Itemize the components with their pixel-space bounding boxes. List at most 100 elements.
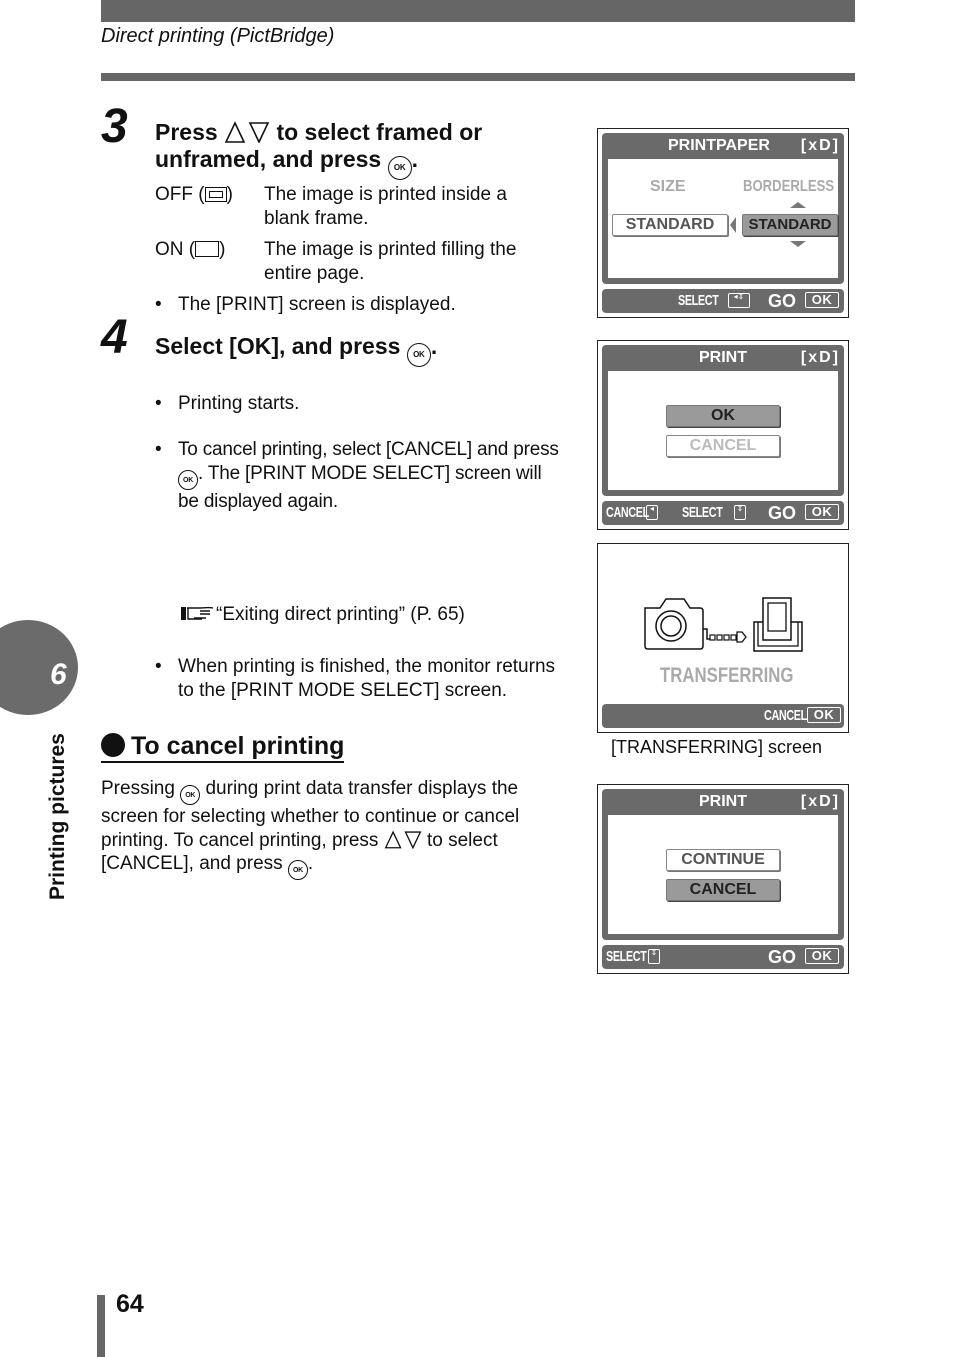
unframed-icon xyxy=(195,241,220,257)
screen-frame: PRINT [xD] OK CANCEL xyxy=(602,345,844,496)
screen-title-bar: PRINT [xD] xyxy=(602,789,844,813)
ok-key-icon: OK xyxy=(807,707,841,723)
borderless-option[interactable]: STANDARD xyxy=(742,214,838,236)
updown-key-icon: ⇕ xyxy=(734,505,746,520)
heading-text: . xyxy=(411,146,419,172)
option-key-text: ON ( xyxy=(155,239,196,260)
footer-go-label: GO xyxy=(768,291,797,311)
continue-option[interactable]: CONTINUE xyxy=(666,849,780,871)
option-key-text: OFF ( xyxy=(155,184,205,205)
header-bar xyxy=(101,0,855,22)
step-4-heading: Select [OK], and press OK. xyxy=(155,333,437,367)
left-arrow-icon xyxy=(730,217,736,233)
screen-content: CONTINUE CANCEL xyxy=(608,815,838,934)
bullet-text: To cancel printing, select [CANCEL] and xyxy=(178,439,509,460)
screen-footer: SELECT ◂⇕ GO OK xyxy=(602,289,844,313)
screen-title: PRINT xyxy=(699,349,747,366)
ok-button-icon: OK xyxy=(387,156,412,180)
transferring-screen: TRANSFERRING CANCEL OK xyxy=(597,543,849,733)
framed-icon xyxy=(204,187,227,202)
option-off-key: OFF () xyxy=(155,183,233,207)
size-label: SIZE xyxy=(650,178,686,195)
option-key-text: ) xyxy=(219,239,226,260)
screen-title-bar: PRINTPAPER [xD] xyxy=(602,133,844,157)
size-option[interactable]: STANDARD xyxy=(612,214,728,236)
heading-text: to select framed or xyxy=(276,119,483,145)
up-arrow-icon xyxy=(790,202,806,208)
ok-button-icon: OK xyxy=(287,860,308,880)
page-number: 64 xyxy=(116,1290,144,1318)
page-number-bar xyxy=(97,1295,105,1357)
title-text: To cancel printing xyxy=(131,732,345,760)
option-off-desc: The image is printed inside a blank fram… xyxy=(264,184,507,229)
cancel-section-body: Pressing OK during print data transfer d… xyxy=(101,777,541,880)
bullet-dot-icon xyxy=(101,733,125,757)
cancel-section-title: To cancel printing xyxy=(101,731,345,763)
up-down-arrows-icon xyxy=(224,121,270,143)
heading-text: . xyxy=(430,333,438,359)
step-3-heading: Press to select framed or unframed, and … xyxy=(155,119,575,180)
footer-cancel-label: CANCEL xyxy=(606,504,649,521)
option-on-key: ON () xyxy=(155,238,225,262)
step-4-bullet: Printing starts. xyxy=(155,392,578,416)
reference-link[interactable]: “Exiting direct printing” (P. 65) xyxy=(180,603,465,627)
screen-frame: PRINTPAPER [xD] SIZE BORDERLESS STANDARD… xyxy=(602,133,844,284)
reference-text: “Exiting direct printing” (P. 65) xyxy=(216,604,465,625)
step-3-bullet: The [PRINT] screen is displayed. xyxy=(155,293,578,317)
left-updown-key-icon: ◂⇕ xyxy=(728,293,750,308)
option-key-text: ) xyxy=(226,184,233,205)
ok-button-icon: OK xyxy=(178,469,198,490)
printpaper-screen: PRINTPAPER [xD] SIZE BORDERLESS STANDARD… xyxy=(597,128,849,318)
ok-option[interactable]: OK xyxy=(666,405,780,427)
borderless-label: BORDERLESS xyxy=(743,178,835,195)
heading-text: unframed, and press xyxy=(155,146,382,172)
print-cancel-screen: PRINT [xD] CONTINUE CANCEL SELECT ⇕ GO O… xyxy=(597,784,849,974)
media-indicator: [xD] xyxy=(800,137,840,154)
step-4-bullet: When printing is finished, the monitor r… xyxy=(155,655,563,702)
updown-key-icon: ⇕ xyxy=(648,949,660,964)
screen-content: OK CANCEL xyxy=(608,371,838,490)
screen-content: SIZE BORDERLESS STANDARD STANDARD xyxy=(608,159,838,278)
transferring-status: TRANSFERRING xyxy=(660,664,794,687)
left-key-icon: ◂ xyxy=(646,505,658,520)
ok-button-icon: OK xyxy=(180,785,201,805)
print-confirm-screen: PRINT [xD] OK CANCEL CANCEL ◂ SELECT ⇕ G… xyxy=(597,340,849,530)
heading-text: Select [OK], and press xyxy=(155,333,401,359)
chapter-label: Printing pictures xyxy=(46,733,69,900)
footer-select-label: SELECT xyxy=(606,948,647,965)
heading-text: Press xyxy=(155,119,218,145)
down-arrow-icon xyxy=(790,241,806,247)
footer-select-label: SELECT xyxy=(678,292,719,309)
footer-cancel-label: CANCEL xyxy=(764,707,807,724)
cancel-option[interactable]: CANCEL xyxy=(666,435,780,457)
bullet-text: press xyxy=(513,439,559,460)
ok-button-icon: OK xyxy=(406,343,431,367)
screen-frame: PRINT [xD] CONTINUE CANCEL xyxy=(602,789,844,940)
reference-hand-icon xyxy=(181,606,214,620)
ok-key-icon: OK xyxy=(805,292,839,308)
up-down-arrows-icon xyxy=(384,830,422,849)
step-4-bullet: To cancel printing, select [CANCEL] and … xyxy=(155,438,563,513)
footer-go-label: GO xyxy=(768,503,797,523)
section-header: Direct printing (PictBridge) xyxy=(101,25,335,47)
bullet-text: . The [PRINT MODE SELECT] screen will be… xyxy=(178,462,542,512)
option-on-desc: The image is printed filling the entire … xyxy=(264,239,517,284)
screen-title-bar: PRINT [xD] xyxy=(602,345,844,369)
screen-footer: SELECT ⇕ GO OK xyxy=(602,945,844,969)
cancel-option[interactable]: CANCEL xyxy=(666,879,780,901)
media-indicator: [xD] xyxy=(800,793,840,810)
transferring-caption: [TRANSFERRING] screen xyxy=(611,737,823,757)
screen-footer: CANCEL ◂ SELECT ⇕ GO OK xyxy=(602,501,844,525)
footer-select-label: SELECT xyxy=(682,504,723,521)
screen-footer: CANCEL OK xyxy=(602,704,844,728)
screen-title: PRINT xyxy=(699,793,747,810)
step-number-3: 3 xyxy=(101,100,128,153)
step-number-4: 4 xyxy=(101,311,128,364)
screen-title: PRINTPAPER xyxy=(668,137,770,154)
body-text: . xyxy=(307,853,314,874)
chapter-number: 6 xyxy=(50,658,67,691)
media-indicator: [xD] xyxy=(800,349,840,366)
header-rule xyxy=(101,73,855,81)
footer-go-label: GO xyxy=(768,947,797,967)
camera-to-printer-icon xyxy=(644,597,803,652)
